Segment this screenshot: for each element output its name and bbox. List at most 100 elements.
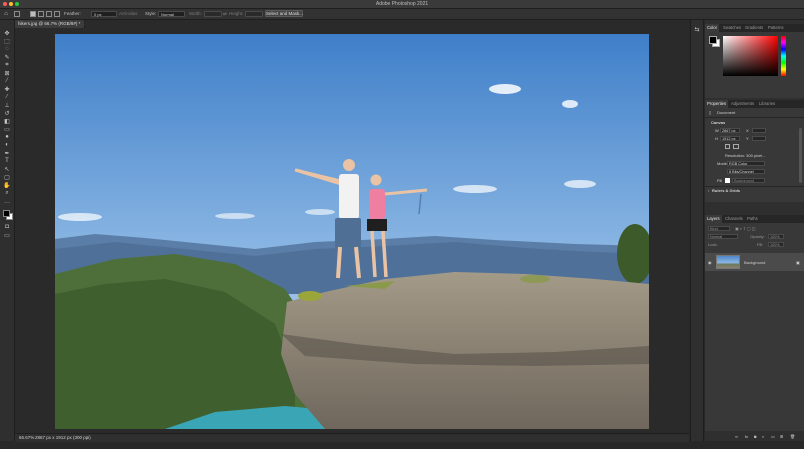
layer-row[interactable]: ◉ Background ▣ <box>705 253 804 271</box>
new-group-icon[interactable]: ▭ <box>771 434 775 439</box>
edit-toolbar-icon[interactable]: ··· <box>3 200 11 206</box>
marquee-preset-icon[interactable] <box>14 11 20 17</box>
history-brush-tool-icon[interactable]: ↺ <box>3 110 11 117</box>
layers-panel-tabs: Layers Channels Paths <box>705 215 804 223</box>
screen-mode-icon[interactable]: ▭ <box>3 232 11 239</box>
brush-tool-icon[interactable]: ∕ <box>3 94 11 100</box>
document-image[interactable] <box>55 34 649 429</box>
healing-brush-tool-icon[interactable]: ✚ <box>3 86 11 93</box>
new-layer-icon[interactable]: ⊞ <box>780 434 783 439</box>
opacity-field[interactable]: 100% <box>768 234 784 239</box>
document-tab-label: hikers.jpg @ 66.7% (RGB/8#) * <box>18 21 81 26</box>
blur-tool-icon[interactable]: ● <box>3 134 11 140</box>
layer-style-icon[interactable]: fx <box>745 434 748 439</box>
color-foreground-swatch[interactable] <box>709 36 717 44</box>
document-tab[interactable]: hikers.jpg @ 66.7% (RGB/8#) *× <box>15 20 87 28</box>
lock-icon[interactable]: ▣ <box>796 260 800 265</box>
canvas-section-title[interactable]: Canvas <box>711 120 725 125</box>
properties-scrollbar[interactable] <box>799 128 802 183</box>
rulers-grids-section[interactable]: Rulers & Grids <box>712 188 740 193</box>
status-menu-icon[interactable]: › <box>87 435 89 440</box>
link-layers-icon[interactable]: ∞ <box>735 434 738 439</box>
hand-tool-icon[interactable]: ✋ <box>3 182 11 189</box>
tab-libraries[interactable]: Libraries <box>757 100 777 108</box>
document-info[interactable]: 2867 px x 1912 px (300 ppi) <box>35 435 91 440</box>
title-bar: Adobe Photoshop 2021 <box>0 0 804 9</box>
landscape-orientation-icon[interactable] <box>733 144 739 149</box>
zoom-level[interactable]: 66.67% <box>19 435 34 440</box>
marquee-tool-icon[interactable]: ⬚ <box>3 38 11 45</box>
tab-strip <box>85 20 689 28</box>
layers-panel: Kind ▣ ◐ T ▢ ◫ Normal Opacity: 100% Lock… <box>705 223 804 433</box>
tab-adjustments[interactable]: Adjustments <box>729 100 756 108</box>
feather-input[interactable]: 0 px <box>91 10 117 17</box>
portrait-orientation-icon[interactable] <box>725 144 730 149</box>
layer-filter-kind[interactable]: Kind <box>708 226 730 231</box>
tab-color[interactable]: Color <box>705 24 720 32</box>
x-field[interactable] <box>752 128 766 133</box>
width-input[interactable] <box>204 10 222 17</box>
anti-alias-checkbox[interactable]: Anti-alias <box>119 11 138 16</box>
clone-stamp-tool-icon[interactable]: ⊥ <box>3 102 11 109</box>
x-label: X <box>746 128 749 133</box>
height-label: Height: <box>229 11 244 16</box>
tab-layers[interactable]: Layers <box>705 215 722 223</box>
intersect-selection-icon[interactable] <box>54 11 60 17</box>
move-tool-icon[interactable]: ✥ <box>3 30 11 37</box>
tab-patterns[interactable]: Patterns <box>766 24 786 32</box>
fill-color-swatch[interactable] <box>725 178 730 183</box>
eyedropper-tool-icon[interactable]: ⁄ <box>3 78 11 84</box>
subtract-selection-icon[interactable] <box>46 11 52 17</box>
new-selection-icon[interactable] <box>30 11 36 17</box>
style-label: Style: <box>145 11 157 16</box>
blend-mode-select[interactable]: Normal <box>708 234 738 239</box>
add-to-selection-icon[interactable] <box>38 11 44 17</box>
rectangle-tool-icon[interactable]: ▢ <box>3 174 11 181</box>
eye-icon[interactable]: ◉ <box>708 260 712 265</box>
layer-thumbnail[interactable] <box>716 255 740 269</box>
tab-channels[interactable]: Channels <box>723 215 745 223</box>
gradient-tool-icon[interactable]: ▭ <box>3 126 11 133</box>
document-icon: ▯ <box>709 110 712 115</box>
frame-tool-icon[interactable]: ⊠ <box>3 70 11 77</box>
add-mask-icon[interactable]: ◙ <box>754 434 756 439</box>
pen-tool-icon[interactable]: ✒ <box>3 150 11 157</box>
layer-name[interactable]: Background <box>744 260 765 265</box>
bit-depth-select[interactable]: 8 Bits/Channel <box>727 169 765 174</box>
quick-mask-icon[interactable]: ◘ <box>3 224 11 230</box>
dodge-tool-icon[interactable]: ◐ <box>3 142 11 148</box>
swap-icon[interactable]: ⇄ <box>223 11 227 17</box>
chevron-right-icon[interactable]: › <box>708 188 709 193</box>
tab-swatches[interactable]: Swatches <box>721 24 743 32</box>
filter-icons[interactable]: ▣ ◐ T ▢ ◫ <box>735 226 756 231</box>
zoom-tool-icon[interactable]: ⌕ <box>3 190 11 196</box>
crop-tool-icon[interactable]: ⌗ <box>3 62 11 68</box>
select-and-mask-button[interactable]: Select and Mask... <box>265 10 303 17</box>
layer-fill-field[interactable]: 100% <box>768 242 784 247</box>
tab-properties[interactable]: Properties <box>705 100 729 108</box>
adjustment-layer-icon[interactable]: ◐ <box>762 434 764 439</box>
lasso-tool-icon[interactable]: ◌ <box>3 46 11 52</box>
mode-select[interactable]: RGB Color <box>727 161 765 166</box>
home-icon[interactable]: ⌂ <box>2 11 10 17</box>
tab-paths[interactable]: Paths <box>745 215 760 223</box>
hue-slider[interactable] <box>781 36 786 76</box>
width-field[interactable]: 2867 px <box>720 128 740 133</box>
color-field[interactable] <box>723 36 778 76</box>
history-panel-icon[interactable]: ⇆ <box>693 26 701 33</box>
fill-select[interactable]: Background <box>732 178 765 183</box>
height-input[interactable] <box>245 10 263 17</box>
properties-panel-tabs: Properties Adjustments Libraries <box>705 100 804 108</box>
type-tool-icon[interactable]: T <box>3 158 11 164</box>
style-select[interactable]: Normal <box>158 10 185 17</box>
foreground-color-swatch[interactable] <box>3 210 10 217</box>
path-selection-tool-icon[interactable]: ↖ <box>3 166 11 173</box>
y-field[interactable] <box>752 136 766 141</box>
trash-icon[interactable]: 🗑 <box>790 434 795 439</box>
eraser-tool-icon[interactable]: ◧ <box>3 118 11 125</box>
quick-selection-tool-icon[interactable]: ✎ <box>3 54 11 61</box>
app-title: Adobe Photoshop 2021 <box>375 1 429 7</box>
height-field[interactable]: 1912 px <box>720 136 740 141</box>
tab-gradients[interactable]: Gradients <box>743 24 765 32</box>
divider <box>705 186 804 187</box>
